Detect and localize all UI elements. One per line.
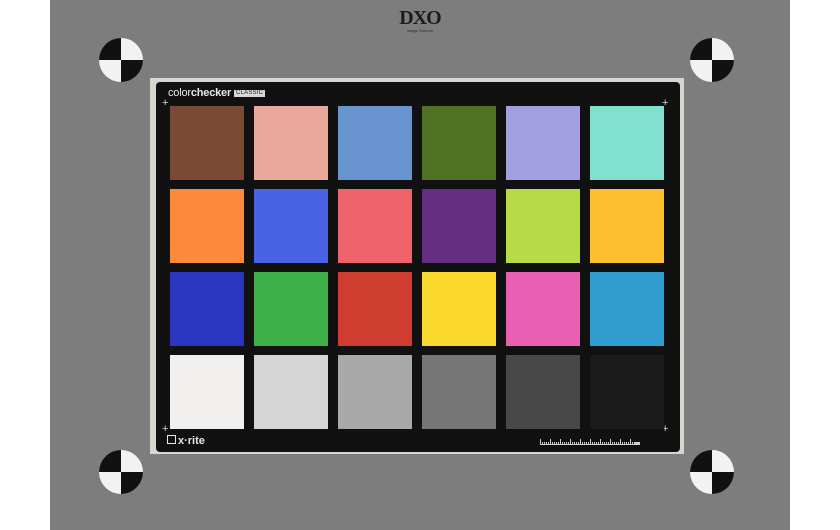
brand-light-text: color xyxy=(168,87,191,99)
patch-orange xyxy=(170,189,244,263)
patch-green xyxy=(254,272,328,346)
patch-white xyxy=(170,355,244,429)
registration-target-top-right-icon xyxy=(690,38,734,82)
dxo-logo: DXO Image Science xyxy=(395,8,445,33)
corner-cross-icon: + xyxy=(162,97,169,109)
patch-neutral-8 xyxy=(254,355,328,429)
patch-yellow xyxy=(422,272,496,346)
patch-dark-skin xyxy=(170,106,244,180)
patch-blue xyxy=(170,272,244,346)
scale-ruler-icon xyxy=(540,439,640,445)
card-brand: colorchecker CLASSIC xyxy=(168,86,266,100)
logo-text: DXO xyxy=(399,7,441,29)
patch-cyan xyxy=(590,272,664,346)
registration-target-bottom-right-icon xyxy=(690,450,734,494)
registration-target-top-left-icon xyxy=(99,38,143,82)
patch-neutral-6-5 xyxy=(338,355,412,429)
patch-magenta xyxy=(506,272,580,346)
patch-orange-yellow xyxy=(590,189,664,263)
patch-moderate-red xyxy=(338,189,412,263)
patch-blue-sky xyxy=(338,106,412,180)
patch-purplish-blue xyxy=(254,189,328,263)
patch-blue-flower xyxy=(506,106,580,180)
registration-target-bottom-left-icon xyxy=(99,450,143,494)
patch-red xyxy=(338,272,412,346)
maker-logo: x·rite xyxy=(167,434,205,448)
patch-foliage xyxy=(422,106,496,180)
patch-yellow-green xyxy=(506,189,580,263)
brand-bold-text: checker xyxy=(190,87,232,99)
maker-text: x·rite xyxy=(178,435,205,447)
patch-light-skin xyxy=(254,106,328,180)
brand-sub-label: CLASSIC xyxy=(234,90,266,97)
patch-black xyxy=(590,355,664,429)
patch-neutral-3-5 xyxy=(506,355,580,429)
patch-neutral-5 xyxy=(422,355,496,429)
patch-purple xyxy=(422,189,496,263)
patch-bluish-green xyxy=(590,106,664,180)
xrite-mark-icon xyxy=(167,435,176,444)
